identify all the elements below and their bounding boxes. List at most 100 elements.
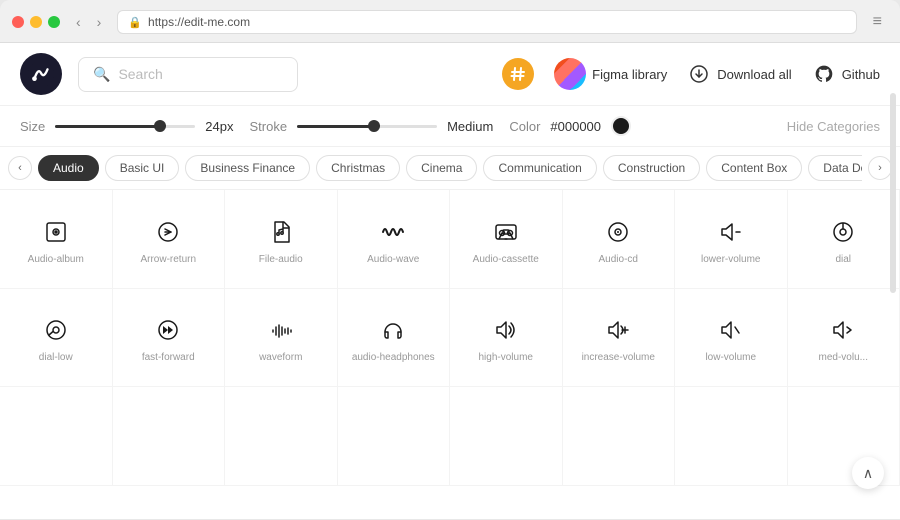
size-value: 24px [205, 119, 233, 134]
maximize-button[interactable] [48, 16, 60, 28]
github-label: Github [842, 67, 880, 82]
categories-prev-button[interactable]: ‹ [8, 156, 32, 180]
r3-icon-4 [379, 421, 407, 449]
r3-icon-3 [267, 421, 295, 449]
github-button[interactable]: Github [812, 62, 880, 86]
audio-album-label: Audio-album [28, 254, 84, 266]
icon-cell-r3i3[interactable] [225, 387, 338, 486]
size-control: Size 24px [20, 119, 234, 134]
stroke-value: Medium [447, 119, 493, 134]
back-button[interactable]: ‹ [70, 12, 87, 32]
color-swatch[interactable] [611, 116, 631, 136]
minimize-button[interactable] [30, 16, 42, 28]
category-tab-cinema[interactable]: Cinema [406, 155, 477, 181]
category-tab-data-document[interactable]: Data Document [808, 155, 862, 181]
dial-low-label: dial-low [39, 352, 73, 364]
category-tab-content-box[interactable]: Content Box [706, 155, 802, 181]
icon-cell-dial[interactable]: dial [788, 190, 900, 289]
icon-cell-audio-cd[interactable]: Audio-cd [563, 190, 676, 289]
icon-cell-dial-low[interactable]: dial-low [0, 289, 113, 388]
audio-cd-label: Audio-cd [599, 254, 638, 266]
icon-grid: Audio-album Arrow-return File-audio Audi… [0, 190, 900, 486]
r3-icon-5 [492, 421, 520, 449]
icon-cell-r3i1[interactable] [0, 387, 113, 486]
hashtag-button[interactable] [502, 58, 534, 90]
search-icon: 🔍 [93, 66, 110, 83]
icon-cell-r3i6[interactable] [563, 387, 676, 486]
waveform-label: waveform [259, 352, 302, 364]
scrollbar[interactable] [890, 93, 896, 293]
color-hex: #000000 [550, 119, 601, 134]
lock-icon: 🔒 [128, 16, 142, 29]
forward-button[interactable]: › [91, 12, 108, 32]
med-volume-label: med-volu... [819, 352, 868, 364]
fast-forward-label: fast-forward [142, 352, 195, 364]
lower-volume-label: lower-volume [701, 254, 760, 266]
icon-cell-fast-forward[interactable]: fast-forward [113, 289, 226, 388]
icon-cell-r3i2[interactable] [113, 387, 226, 486]
icon-cell-med-volume[interactable]: med-volu... [788, 289, 900, 388]
icon-cell-file-audio[interactable]: File-audio [225, 190, 338, 289]
file-audio-label: File-audio [259, 254, 303, 266]
high-volume-icon [492, 316, 520, 344]
low-volume2-icon [717, 316, 745, 344]
icon-cell-increase-volume[interactable]: increase-volume [563, 289, 676, 388]
category-tab-communication[interactable]: Communication [483, 155, 596, 181]
stroke-slider[interactable] [297, 125, 437, 128]
color-control: Color #000000 [509, 116, 631, 136]
url-bar[interactable]: 🔒 https://edit-me.com [117, 10, 856, 34]
icon-cell-audio-headphones[interactable]: audio-headphones [338, 289, 451, 388]
r3-icon-2 [154, 421, 182, 449]
icon-cell-lower-volume[interactable]: lower-volume [675, 190, 788, 289]
github-icon [812, 62, 836, 86]
icon-cell-r3i4[interactable] [338, 387, 451, 486]
figma-library-button[interactable]: Figma library [554, 58, 667, 90]
fast-forward-icon [154, 316, 182, 344]
hide-categories-button[interactable]: Hide Categories [787, 119, 880, 134]
icon-cell-r3i5[interactable] [450, 387, 563, 486]
increase-volume-label: increase-volume [582, 352, 655, 364]
browser-chrome: ‹ › 🔒 https://edit-me.com ≡ [0, 0, 900, 43]
audio-wave-icon [379, 218, 407, 246]
top-nav: 🔍 Search Figma library [0, 43, 900, 106]
high-volume-label: high-volume [479, 352, 533, 364]
search-input[interactable]: Search [118, 66, 162, 82]
browser-titlebar: ‹ › 🔒 https://edit-me.com ≡ [12, 10, 888, 34]
icon-cell-arrow-return[interactable]: Arrow-return [113, 190, 226, 289]
menu-button[interactable]: ≡ [867, 11, 888, 33]
increase-volume-icon [604, 316, 632, 344]
dial-low-icon [42, 316, 70, 344]
dial-label: dial [835, 254, 851, 266]
controls-bar: Size 24px Stroke Medium Color #000000 Hi… [0, 106, 900, 147]
close-button[interactable] [12, 16, 24, 28]
file-audio-icon [267, 218, 295, 246]
download-all-button[interactable]: Download all [687, 62, 791, 86]
arrow-return-label: Arrow-return [140, 254, 196, 266]
nav-actions: Figma library Download all [502, 58, 880, 90]
app-logo[interactable] [20, 53, 62, 95]
icon-cell-low-volume2[interactable]: low-volume [675, 289, 788, 388]
med-volume-icon [829, 316, 857, 344]
icon-cell-r3i7[interactable] [675, 387, 788, 486]
icon-cell-audio-cassette[interactable]: Audio-cassette [450, 190, 563, 289]
category-tab-business-finance[interactable]: Business Finance [185, 155, 310, 181]
traffic-lights [12, 16, 60, 28]
icon-cell-audio-wave[interactable]: Audio-wave [338, 190, 451, 289]
r3-icon-6 [604, 421, 632, 449]
icon-cell-waveform[interactable]: waveform [225, 289, 338, 388]
icon-cell-audio-album[interactable]: Audio-album [0, 190, 113, 289]
icon-cell-high-volume[interactable]: high-volume [450, 289, 563, 388]
scroll-up-button[interactable]: ∧ [852, 457, 884, 489]
category-tabs: Audio Basic UI Business Finance Christma… [38, 155, 862, 181]
size-label: Size [20, 119, 45, 134]
size-slider[interactable] [55, 125, 195, 128]
stroke-control: Stroke Medium [250, 119, 494, 134]
search-bar[interactable]: 🔍 Search [78, 57, 298, 92]
categories-next-button[interactable]: › [868, 156, 892, 180]
category-tab-christmas[interactable]: Christmas [316, 155, 400, 181]
category-tab-basic-ui[interactable]: Basic UI [105, 155, 180, 181]
category-tab-audio[interactable]: Audio [38, 155, 99, 181]
waveform-icon [267, 316, 295, 344]
category-tab-construction[interactable]: Construction [603, 155, 700, 181]
r3-icon-8 [829, 421, 857, 449]
